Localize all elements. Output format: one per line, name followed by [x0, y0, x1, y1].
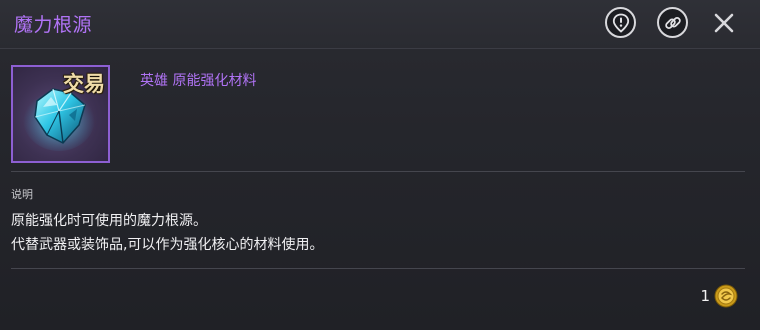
alert-pin-icon: [612, 13, 629, 33]
description-line-1: 原能强化时可使用的魔力根源。: [11, 213, 207, 229]
divider-bottom: [11, 268, 745, 269]
close-icon: [714, 13, 734, 33]
description-text: 原能强化时可使用的魔力根源。 代替武器或装饰品,可以作为强化核心的材料使用。: [11, 209, 323, 257]
item-tooltip-panel: 魔力根源 交易 英雄 原能强化材料 说明 原能强化时可使用的魔力根源。 代替武器…: [0, 0, 760, 330]
description-line-2: 代替武器或装饰品,可以作为强化核心的材料使用。: [11, 237, 324, 253]
description-label: 说明: [11, 188, 33, 201]
trade-tag: 交易: [63, 72, 105, 96]
item-icon-slot[interactable]: 交易: [11, 65, 110, 163]
gold-coin-icon: [714, 284, 738, 308]
divider-top: [11, 171, 745, 172]
item-grade-label: 英雄 原能强化材料: [140, 73, 257, 89]
tooltip-header: 魔力根源: [0, 0, 760, 49]
close-button[interactable]: [710, 9, 738, 37]
price-row: 1: [700, 284, 738, 308]
price-value: 1: [700, 287, 710, 305]
item-title: 魔力根源: [14, 14, 93, 36]
alert-pin-button[interactable]: [605, 7, 636, 38]
chain-link-icon: [664, 16, 681, 29]
link-share-button[interactable]: [657, 7, 688, 38]
